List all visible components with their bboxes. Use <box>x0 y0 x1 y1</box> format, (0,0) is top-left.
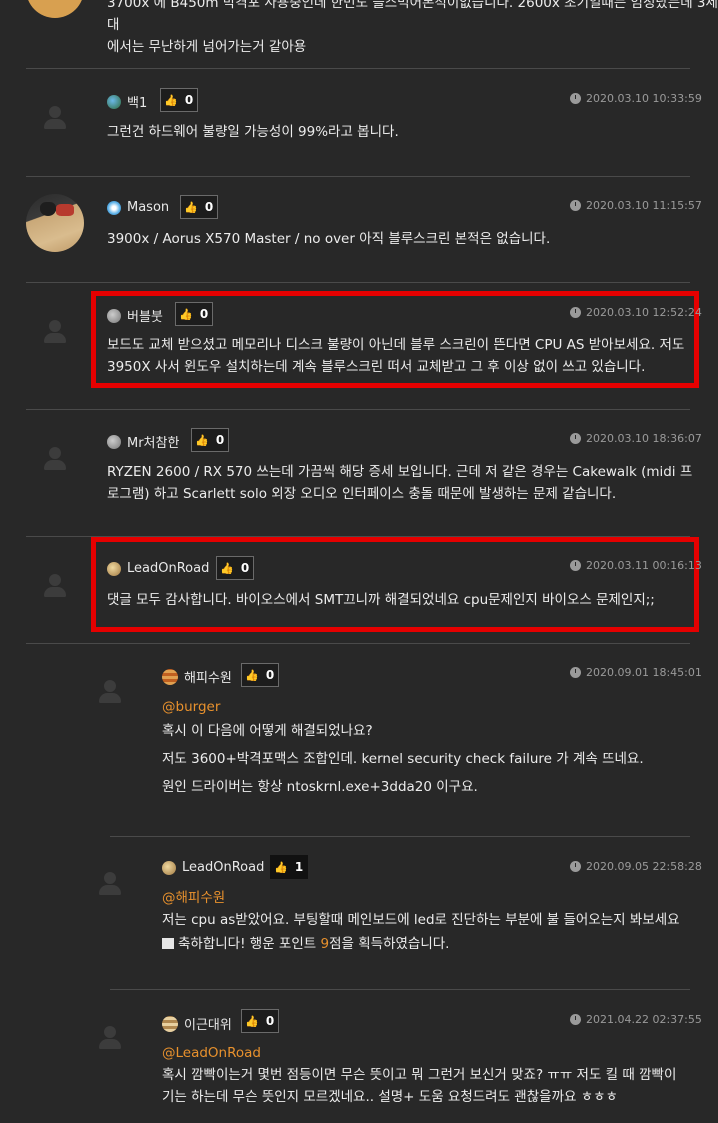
divider <box>26 409 690 410</box>
thumbs-up-icon: 👍 <box>164 93 178 107</box>
reply-author[interactable]: LeadOnRoad <box>162 860 264 875</box>
clock-icon <box>570 560 581 571</box>
reply-date: 2021.04.22 02:37:55 <box>570 1013 702 1026</box>
clock-icon <box>570 200 581 211</box>
user-placeholder-icon <box>97 678 123 704</box>
comment-text: 댓글 모두 감사합니다. 바이오스에서 SMT끄니까 해결되었네요 cpu문제인… <box>107 592 655 608</box>
thumbs-up-icon: 👍 <box>245 1014 259 1028</box>
comment-text: RYZEN 2600 / RX 570 쓰는데 가끔씩 해당 증세 보입니다. … <box>107 464 693 502</box>
clock-icon <box>570 667 581 678</box>
highlight-box <box>91 537 699 632</box>
like-button[interactable]: 👍 0 <box>160 88 198 112</box>
thumbs-up-icon: 👍 <box>179 307 193 321</box>
user-placeholder-icon <box>42 445 68 471</box>
reply-date: 2020.09.01 18:45:01 <box>570 666 702 679</box>
level-icon <box>107 561 121 576</box>
mention-link[interactable]: @burger <box>162 695 644 719</box>
comment-author[interactable]: Mr처참한 <box>107 432 179 451</box>
gift-icon <box>162 938 174 949</box>
user-placeholder-icon <box>42 572 68 598</box>
thumbs-up-icon: 👍 <box>184 200 198 214</box>
clock-icon <box>570 307 581 318</box>
comment-date: 2020.03.10 11:15:57 <box>570 199 702 212</box>
avatar <box>26 0 84 18</box>
like-button[interactable]: 👍 0 <box>241 663 279 687</box>
clock-icon <box>570 1014 581 1025</box>
divider <box>26 643 690 644</box>
comment-author[interactable]: LeadOnRoad <box>107 561 209 576</box>
level-icon <box>107 94 121 109</box>
thumbs-up-icon: 👍 <box>274 860 288 874</box>
comment-author[interactable]: Mason <box>107 200 169 215</box>
point-notice: 축하합니다! 행운 포인트 9점을 획득하였습니다. <box>162 933 680 955</box>
like-button[interactable]: 👍 0 <box>191 428 229 452</box>
reply-text: @해피수원 저는 cpu as받았어요. 부팅할때 메인보드에 led로 진단하… <box>162 887 680 955</box>
level-icon <box>107 200 121 215</box>
divider <box>26 282 690 283</box>
like-button[interactable]: 👍 1 <box>270 855 308 879</box>
thumbs-up-icon: 👍 <box>220 561 234 575</box>
level-icon <box>162 1015 178 1032</box>
comment-date: 2020.03.10 18:36:07 <box>570 432 702 445</box>
like-button[interactable]: 👍 0 <box>216 556 254 580</box>
reply-date: 2020.09.05 22:58:28 <box>570 860 702 873</box>
divider <box>110 989 690 990</box>
reply-text: @burger 혹시 이 다음에 어떻게 해결되었나요? 저도 3600+박격포… <box>162 695 644 799</box>
comment-author[interactable]: 버블붓 <box>107 306 163 325</box>
avatar <box>26 194 84 252</box>
divider <box>26 68 690 69</box>
clock-icon <box>570 861 581 872</box>
comment-date: 2020.03.10 10:33:59 <box>570 92 702 105</box>
comment-date: 2020.03.11 00:16:13 <box>570 559 702 572</box>
comment-author[interactable]: 백1 <box>107 92 147 111</box>
divider <box>110 836 690 837</box>
comment-text: 3700x 에 B450m 박격포 사용중인데 한번도 블스먹어본적이없습니다.… <box>107 0 718 55</box>
user-placeholder-icon <box>97 870 123 896</box>
clock-icon <box>570 433 581 444</box>
user-placeholder-icon <box>42 318 68 344</box>
mention-link[interactable]: @해피수원 <box>162 887 680 909</box>
like-button[interactable]: 👍 0 <box>241 1009 279 1033</box>
like-button[interactable]: 👍 0 <box>175 302 213 326</box>
reply-author[interactable]: 해피수원 <box>162 667 232 686</box>
clock-icon <box>570 93 581 104</box>
thumbs-up-icon: 👍 <box>195 433 209 447</box>
user-placeholder-icon <box>42 104 68 130</box>
comment-text: 그런건 하드웨어 불량일 가능성이 99%라고 봅니다. <box>107 124 399 140</box>
level-icon <box>107 434 121 449</box>
thumbs-up-icon: 👍 <box>245 668 259 682</box>
like-button[interactable]: 👍 0 <box>180 195 218 219</box>
reply-author[interactable]: 이근대위 <box>162 1014 232 1033</box>
comment-text: 3900x / Aorus X570 Master / no over 아직 블… <box>107 231 551 247</box>
level-icon <box>162 860 176 875</box>
comment-date: 2020.03.10 12:52:24 <box>570 306 702 319</box>
mention-link[interactable]: @LeadOnRoad <box>162 1042 676 1064</box>
level-icon <box>107 308 121 323</box>
comment-text: 보드도 교체 받으셨고 메모리나 디스크 불량이 아닌데 블루 스크린이 뜬다면… <box>107 337 685 375</box>
user-placeholder-icon <box>97 1024 123 1050</box>
divider <box>26 176 690 177</box>
reply-text: @LeadOnRoad 혹시 깜빡이는거 몇번 점등이면 무슨 뜻이고 뭐 그런… <box>162 1042 676 1108</box>
level-icon <box>162 668 178 685</box>
